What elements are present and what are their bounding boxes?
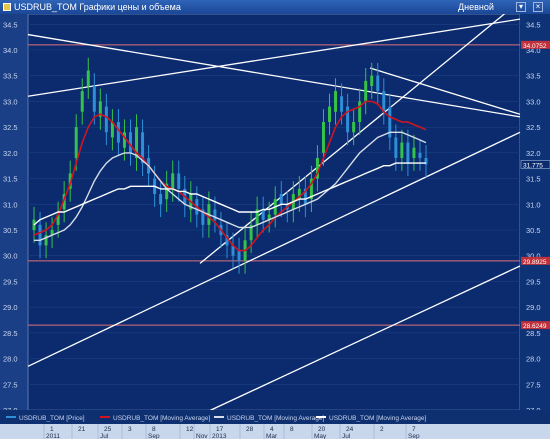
candle-body [334, 91, 338, 112]
x-tick-label: 12 [186, 426, 194, 433]
legend-label: USDRUB_TOM [Price] [19, 415, 85, 422]
window-titlebar[interactable]: USDRUB_TOM Графики цены и объема Дневной… [0, 0, 550, 14]
y-tick-label-left: 28.0 [3, 355, 18, 364]
x-tick-sublabel: Jul [100, 433, 109, 439]
x-tick-sublabel: Sep [408, 433, 420, 439]
legend-label: USDRUB_TOM [Moving Average] [113, 415, 210, 422]
y-tick-label-left: 30.0 [3, 252, 18, 261]
y-tick-label-left: 27.5 [3, 380, 18, 389]
candle-body [321, 122, 325, 153]
x-tick-sublabel: 2011 [46, 433, 60, 439]
y-tick-label-left: 34.5 [3, 20, 18, 29]
app-icon [3, 3, 11, 11]
legend-label: USDRUB_TOM [Moving Average] [227, 415, 324, 422]
y-tick-label-right: 27.5 [526, 380, 541, 389]
candle-body [370, 75, 374, 86]
x-tick-label: 8 [290, 426, 294, 433]
candle-body [394, 137, 398, 158]
candle-body [418, 152, 422, 158]
candle-body [382, 91, 386, 112]
y-tick-label-right: 31.5 [526, 175, 541, 184]
y-tick-label-left: 29.5 [3, 277, 18, 286]
candle-body [400, 142, 404, 158]
candle-body [340, 96, 344, 112]
x-tick-label: 20 [318, 426, 326, 433]
candle-body [328, 106, 332, 122]
y-tick-label-right: 34.5 [526, 20, 541, 29]
x-tick-label: 2 [380, 426, 384, 433]
price-marker-label: 34.0752 [523, 43, 547, 50]
y-tick-label-right: 28.0 [526, 355, 541, 364]
y-tick-label-right: 29.0 [526, 303, 541, 312]
x-tick-sublabel: Nov [196, 433, 208, 439]
y-tick-label-left: 32.5 [3, 123, 18, 132]
y-tick-label-left: 28.5 [3, 329, 18, 338]
y-tick-label-right: 32.5 [526, 123, 541, 132]
x-tick-label: 7 [412, 426, 416, 433]
timeframe-label[interactable]: Дневной [458, 0, 494, 14]
price-marker-label: 28.6249 [523, 323, 547, 330]
y-tick-label-right: 29.5 [526, 277, 541, 286]
x-tick-label: 4 [270, 426, 274, 433]
y-tick-label-right: 30.5 [526, 226, 541, 235]
y-tick-label-left: 33.0 [3, 97, 18, 106]
x-tick-label: 28 [246, 426, 254, 433]
x-tick-sublabel: Jul [342, 433, 351, 439]
y-tick-label-left: 33.5 [3, 72, 18, 81]
x-tick-sublabel: May [314, 433, 327, 439]
candle-body [92, 86, 96, 112]
price-marker-label: 29.8925 [523, 259, 547, 266]
candle-body [406, 142, 410, 164]
candle-body [38, 224, 42, 246]
x-tick-label: 1 [50, 426, 54, 433]
candle-body [80, 91, 84, 112]
candle-body [74, 127, 78, 158]
y-tick-label-right: 32.0 [526, 149, 541, 158]
candle-body [237, 250, 241, 261]
x-tick-sublabel: 2013 [212, 433, 227, 439]
candle-body [171, 173, 175, 189]
y-tick-label-left: 34.0 [3, 46, 18, 55]
x-tick-label: 3 [128, 426, 132, 433]
candle-body [364, 80, 368, 102]
close-icon[interactable]: × [533, 2, 543, 12]
x-tick-label: 21 [78, 426, 86, 433]
y-tick-label-right: 33.5 [526, 72, 541, 81]
y-tick-label-left: 29.0 [3, 303, 18, 312]
candle-body [279, 194, 283, 205]
last-price-label: 31.775 [523, 162, 543, 169]
y-tick-label-right: 31.0 [526, 200, 541, 209]
x-tick-label: 17 [216, 426, 224, 433]
candle-body [159, 194, 163, 205]
x-tick-label: 8 [152, 426, 156, 433]
legend-label: USDRUB_TOM [Moving Average] [329, 415, 426, 422]
candle-body [104, 106, 108, 133]
chevron-down-icon[interactable]: ▾ [516, 2, 526, 12]
candle-body [376, 75, 380, 92]
y-tick-label-left: 30.5 [3, 226, 18, 235]
x-tick-label: 24 [346, 426, 354, 433]
x-tick-label: 25 [104, 426, 112, 433]
y-tick-label-right: 33.0 [526, 97, 541, 106]
candle-body [261, 209, 265, 220]
y-tick-label-left: 32.0 [3, 149, 18, 158]
candle-body [358, 101, 362, 122]
y-tick-label-right: 28.5 [526, 329, 541, 338]
y-tick-label-left: 31.0 [3, 200, 18, 209]
candle-body [86, 70, 90, 86]
candle-body [177, 173, 181, 189]
candle-body [122, 132, 126, 148]
price-chart[interactable]: 34.5 34.534.0 34.033.5 33.533.0 33.032.5 32.5… [0, 14, 550, 439]
y-tick-label-left: 31.5 [3, 175, 18, 184]
candle-body [352, 122, 356, 133]
window-title: USDRUB_TOM Графики цены и объема [14, 2, 181, 12]
candle-body [412, 147, 416, 158]
x-tick-sublabel: Mar [266, 433, 278, 439]
x-tick-sublabel: Sep [148, 433, 160, 439]
chart-window: USDRUB_TOM Графики цены и объема Дневной… [0, 0, 550, 439]
